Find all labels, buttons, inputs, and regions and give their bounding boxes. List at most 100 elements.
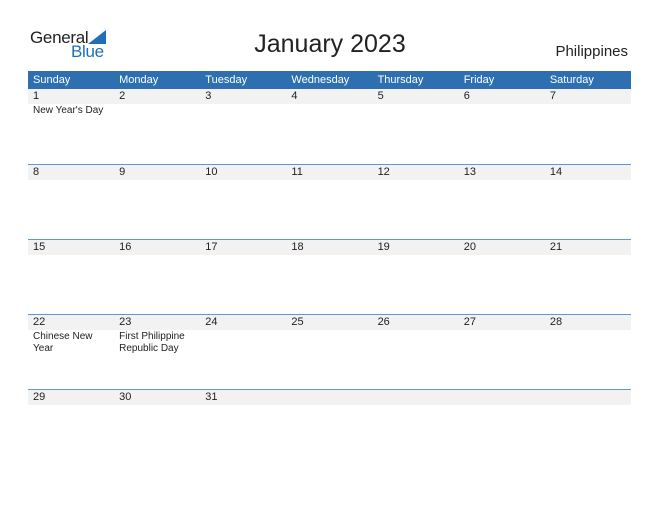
day-cell: 23 <box>114 315 200 330</box>
day-number: 28 <box>549 316 563 328</box>
date-strip: 22 23 24 25 26 27 28 <box>28 315 631 330</box>
holiday-event: First Philippine Republic Day <box>119 331 185 354</box>
calendar-grid: Sunday Monday Tuesday Wednesday Thursday… <box>28 71 631 464</box>
day-number: 21 <box>549 241 563 253</box>
day-cell: 1 <box>28 89 114 104</box>
weekday-thursday: Thursday <box>377 74 424 86</box>
holiday-event <box>114 180 200 181</box>
day-cell <box>545 390 631 405</box>
day-number: 2 <box>119 90 126 102</box>
day-cell: 4 <box>286 89 372 104</box>
week-row: 29 30 31 <box>28 389 631 464</box>
weekday-saturday: Saturday <box>549 74 594 86</box>
day-number: 3 <box>205 90 212 102</box>
day-number: 6 <box>463 90 470 102</box>
holiday-event <box>373 330 459 355</box>
day-cell: 15 <box>28 240 114 255</box>
week-row: 15 16 17 18 19 20 21 <box>28 239 631 314</box>
holiday-event <box>373 255 459 256</box>
day-number: 24 <box>205 316 218 328</box>
day-cell: 20 <box>459 240 545 255</box>
day-cell <box>286 390 372 405</box>
events-row: New Year's Day <box>28 104 631 117</box>
country-label: Philippines <box>555 43 628 60</box>
day-cell: 13 <box>459 165 545 180</box>
day-cell: 19 <box>373 240 459 255</box>
holiday-event <box>28 255 114 256</box>
day-number: 7 <box>549 90 556 102</box>
holiday-event <box>200 104 286 117</box>
day-cell: 21 <box>545 240 631 255</box>
day-cell: 3 <box>200 89 286 104</box>
day-cell: 8 <box>28 165 114 180</box>
holiday-event: New Year's Day <box>33 105 104 116</box>
events-row <box>28 255 631 256</box>
day-number: 26 <box>377 316 390 328</box>
day-cell: 7 <box>545 89 631 104</box>
weekday-friday: Friday <box>463 74 495 86</box>
holiday-event <box>373 180 459 181</box>
holiday-event <box>545 255 631 256</box>
holiday-event <box>286 104 372 117</box>
day-number: 5 <box>377 90 384 102</box>
day-number: 10 <box>205 166 218 178</box>
day-number: 22 <box>33 316 46 328</box>
date-strip: 15 16 17 18 19 20 21 <box>28 240 631 255</box>
holiday-event <box>114 255 200 256</box>
weeks-container: 1 2 3 4 5 6 7 New Year's Day 8 9 10 11 12 13 14 15 16 17 1… <box>28 89 631 464</box>
day-cell: 9 <box>114 165 200 180</box>
weekday-wednesday: Wednesday <box>291 74 350 86</box>
day-cell: 26 <box>373 315 459 330</box>
day-number: 9 <box>119 166 126 178</box>
day-number: 13 <box>463 166 476 178</box>
events-row <box>28 180 631 181</box>
day-cell: 5 <box>373 89 459 104</box>
day-number: 15 <box>33 241 46 253</box>
day-cell: 24 <box>200 315 286 330</box>
holiday-event <box>459 180 545 181</box>
holiday-event <box>459 405 545 406</box>
weekday-monday: Monday <box>119 74 159 86</box>
day-cell: 17 <box>200 240 286 255</box>
holiday-event <box>373 405 459 406</box>
day-cell: 2 <box>114 89 200 104</box>
holiday-event <box>286 330 372 355</box>
day-number: 17 <box>205 241 218 253</box>
day-number: 27 <box>463 316 476 328</box>
day-number: 14 <box>549 166 563 178</box>
holiday-event <box>373 104 459 117</box>
date-strip: 1 2 3 4 5 6 7 <box>28 89 631 104</box>
day-number: 4 <box>291 90 298 102</box>
events-row <box>28 405 631 406</box>
holiday-event <box>459 104 545 117</box>
day-number: 16 <box>119 241 132 253</box>
holiday-event <box>28 405 114 406</box>
holiday-event <box>545 180 631 181</box>
holiday-event <box>200 405 286 406</box>
day-number: 19 <box>377 241 390 253</box>
week-row: 8 9 10 11 12 13 14 <box>28 164 631 239</box>
day-number: 1 <box>33 90 40 102</box>
day-number: 23 <box>119 316 132 328</box>
day-cell <box>459 390 545 405</box>
day-number: 31 <box>205 391 218 403</box>
holiday-event <box>200 255 286 256</box>
holiday-event <box>114 104 200 117</box>
holiday-event <box>286 405 372 406</box>
holiday-event <box>286 180 372 181</box>
day-number: 12 <box>377 166 390 178</box>
day-cell: 25 <box>286 315 372 330</box>
day-cell: 14 <box>545 165 631 180</box>
holiday-event <box>545 405 631 406</box>
week-row: 22 23 24 25 26 27 28 Chinese New Year First Phil… <box>28 314 631 389</box>
day-number: 18 <box>291 241 304 253</box>
week-row: 1 2 3 4 5 6 7 New Year's Day <box>28 89 631 164</box>
holiday-event <box>200 330 286 355</box>
events-row: Chinese New Year First Philippine Republi… <box>28 330 631 355</box>
day-cell: 27 <box>459 315 545 330</box>
day-number: 20 <box>463 241 476 253</box>
day-cell: 16 <box>114 240 200 255</box>
holiday-event <box>545 330 631 355</box>
day-number: 11 <box>291 166 303 178</box>
date-strip: 29 30 31 <box>28 390 631 405</box>
